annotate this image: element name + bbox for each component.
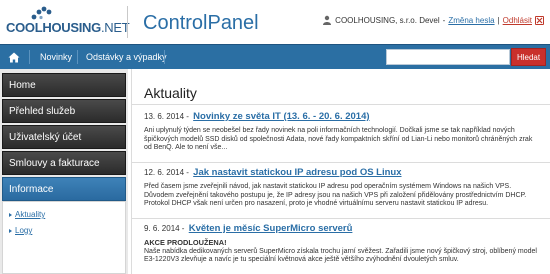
logo-text-housing: HOUSING (42, 20, 101, 35)
header-dash: - (442, 15, 446, 25)
nav-separator (164, 50, 165, 64)
news-header: 12. 6. 2014 - Jak nastavit statickou IP … (144, 167, 544, 178)
news-title-link[interactable]: Novinky ze světa IT (13. 6. - 20. 6. 201… (193, 111, 369, 122)
news-body-text: Naše nabídka dedikovaných serverů SuperM… (144, 247, 537, 264)
chevron-right-icon (9, 229, 12, 233)
news-lead: AKCE PRODLOUŽENA! (144, 238, 227, 247)
logout-icon[interactable] (535, 15, 544, 25)
sidebar-subitem-aktuality[interactable]: Aktuality (15, 210, 45, 219)
logo-text: COOLHOUSING.NET (6, 20, 130, 35)
logo-dots-icon (31, 6, 52, 20)
news-item: 9. 6. 2014 - Květen je měsíc SuperMicro … (144, 223, 544, 265)
search-input[interactable] (386, 49, 510, 65)
main-content: Aktuality 13. 6. 2014 - Novinky ze světa… (131, 69, 550, 274)
logo-text-net: .NET (100, 20, 130, 35)
sidebar-item-informace[interactable]: Informace (2, 177, 126, 201)
news-title-link[interactable]: Květen je měsíc SuperMicro serverů (189, 223, 353, 234)
news-header: 9. 6. 2014 - Květen je měsíc SuperMicro … (144, 223, 544, 234)
news-date: 13. 6. 2014 - (144, 112, 189, 121)
user-name: COOLHOUSING, s.r.o. Devel (335, 15, 440, 25)
sidebar-subitem-logy[interactable]: Logy (15, 226, 32, 235)
news-body: AKCE PRODLOUŽENA! Naše nabídka dedikovan… (144, 238, 540, 265)
top-navigation: Novinky Odstávky a výpadky Hledat (0, 44, 550, 69)
sidebar-item-home[interactable]: Home (2, 73, 126, 97)
coolhousing-logo[interactable]: COOLHOUSING.NET (6, 6, 130, 40)
sidebar-item-uzivatelsky-ucet[interactable]: Uživatelský účet (2, 125, 126, 149)
sidebar-item-smlouvy-a-fakturace[interactable]: Smlouvy a fakturace (2, 151, 126, 175)
news-body: Před časem jsme zveřejnili návod, jak na… (144, 183, 527, 208)
news-divider (132, 162, 550, 163)
user-icon (323, 15, 332, 25)
chevron-right-icon (9, 213, 12, 217)
news-header: 13. 6. 2014 - Novinky ze světa IT (13. 6… (144, 111, 544, 122)
news-body: Ani uplynulý týden se neobešel bez řady … (144, 127, 533, 152)
logo-text-cool: COOL (6, 20, 43, 35)
news-date: 9. 6. 2014 - (144, 224, 185, 233)
news-item: 12. 6. 2014 - Jak nastavit statickou IP … (144, 167, 544, 209)
home-icon[interactable] (4, 49, 24, 65)
sidebar-submenu: Aktuality Logy (2, 201, 126, 274)
news-divider (132, 218, 550, 219)
change-password-link[interactable]: Změna hesla (448, 16, 494, 25)
search-button[interactable]: Hledat (511, 48, 546, 66)
header-divider (127, 6, 128, 38)
app-title: ControlPanel (143, 12, 259, 34)
title-divider (132, 104, 550, 105)
nav-item-odstavky[interactable]: Odstávky a výpadky (86, 52, 167, 62)
nav-separator (29, 50, 30, 64)
page-title: Aktuality (144, 85, 197, 101)
news-title-link[interactable]: Jak nastavit statickou IP adresu pod OS … (193, 167, 401, 178)
news-item: 13. 6. 2014 - Novinky ze světa IT (13. 6… (144, 111, 544, 153)
news-date: 12. 6. 2014 - (144, 168, 189, 177)
header: COOLHOUSING.NET ControlPanel COOLHOUSING… (0, 0, 550, 44)
user-area: COOLHOUSING, s.r.o. Devel - Změna hesla … (322, 15, 544, 25)
sidebar-item-prehled-sluzeb[interactable]: Přehled služeb (2, 99, 126, 123)
sidebar: Home Přehled služeb Uživatelský účet Sml… (0, 69, 128, 274)
logout-link[interactable]: Odhlásit (503, 16, 532, 25)
nav-item-novinky[interactable]: Novinky (40, 52, 72, 62)
header-separator: | (497, 15, 500, 25)
nav-separator (77, 50, 78, 64)
